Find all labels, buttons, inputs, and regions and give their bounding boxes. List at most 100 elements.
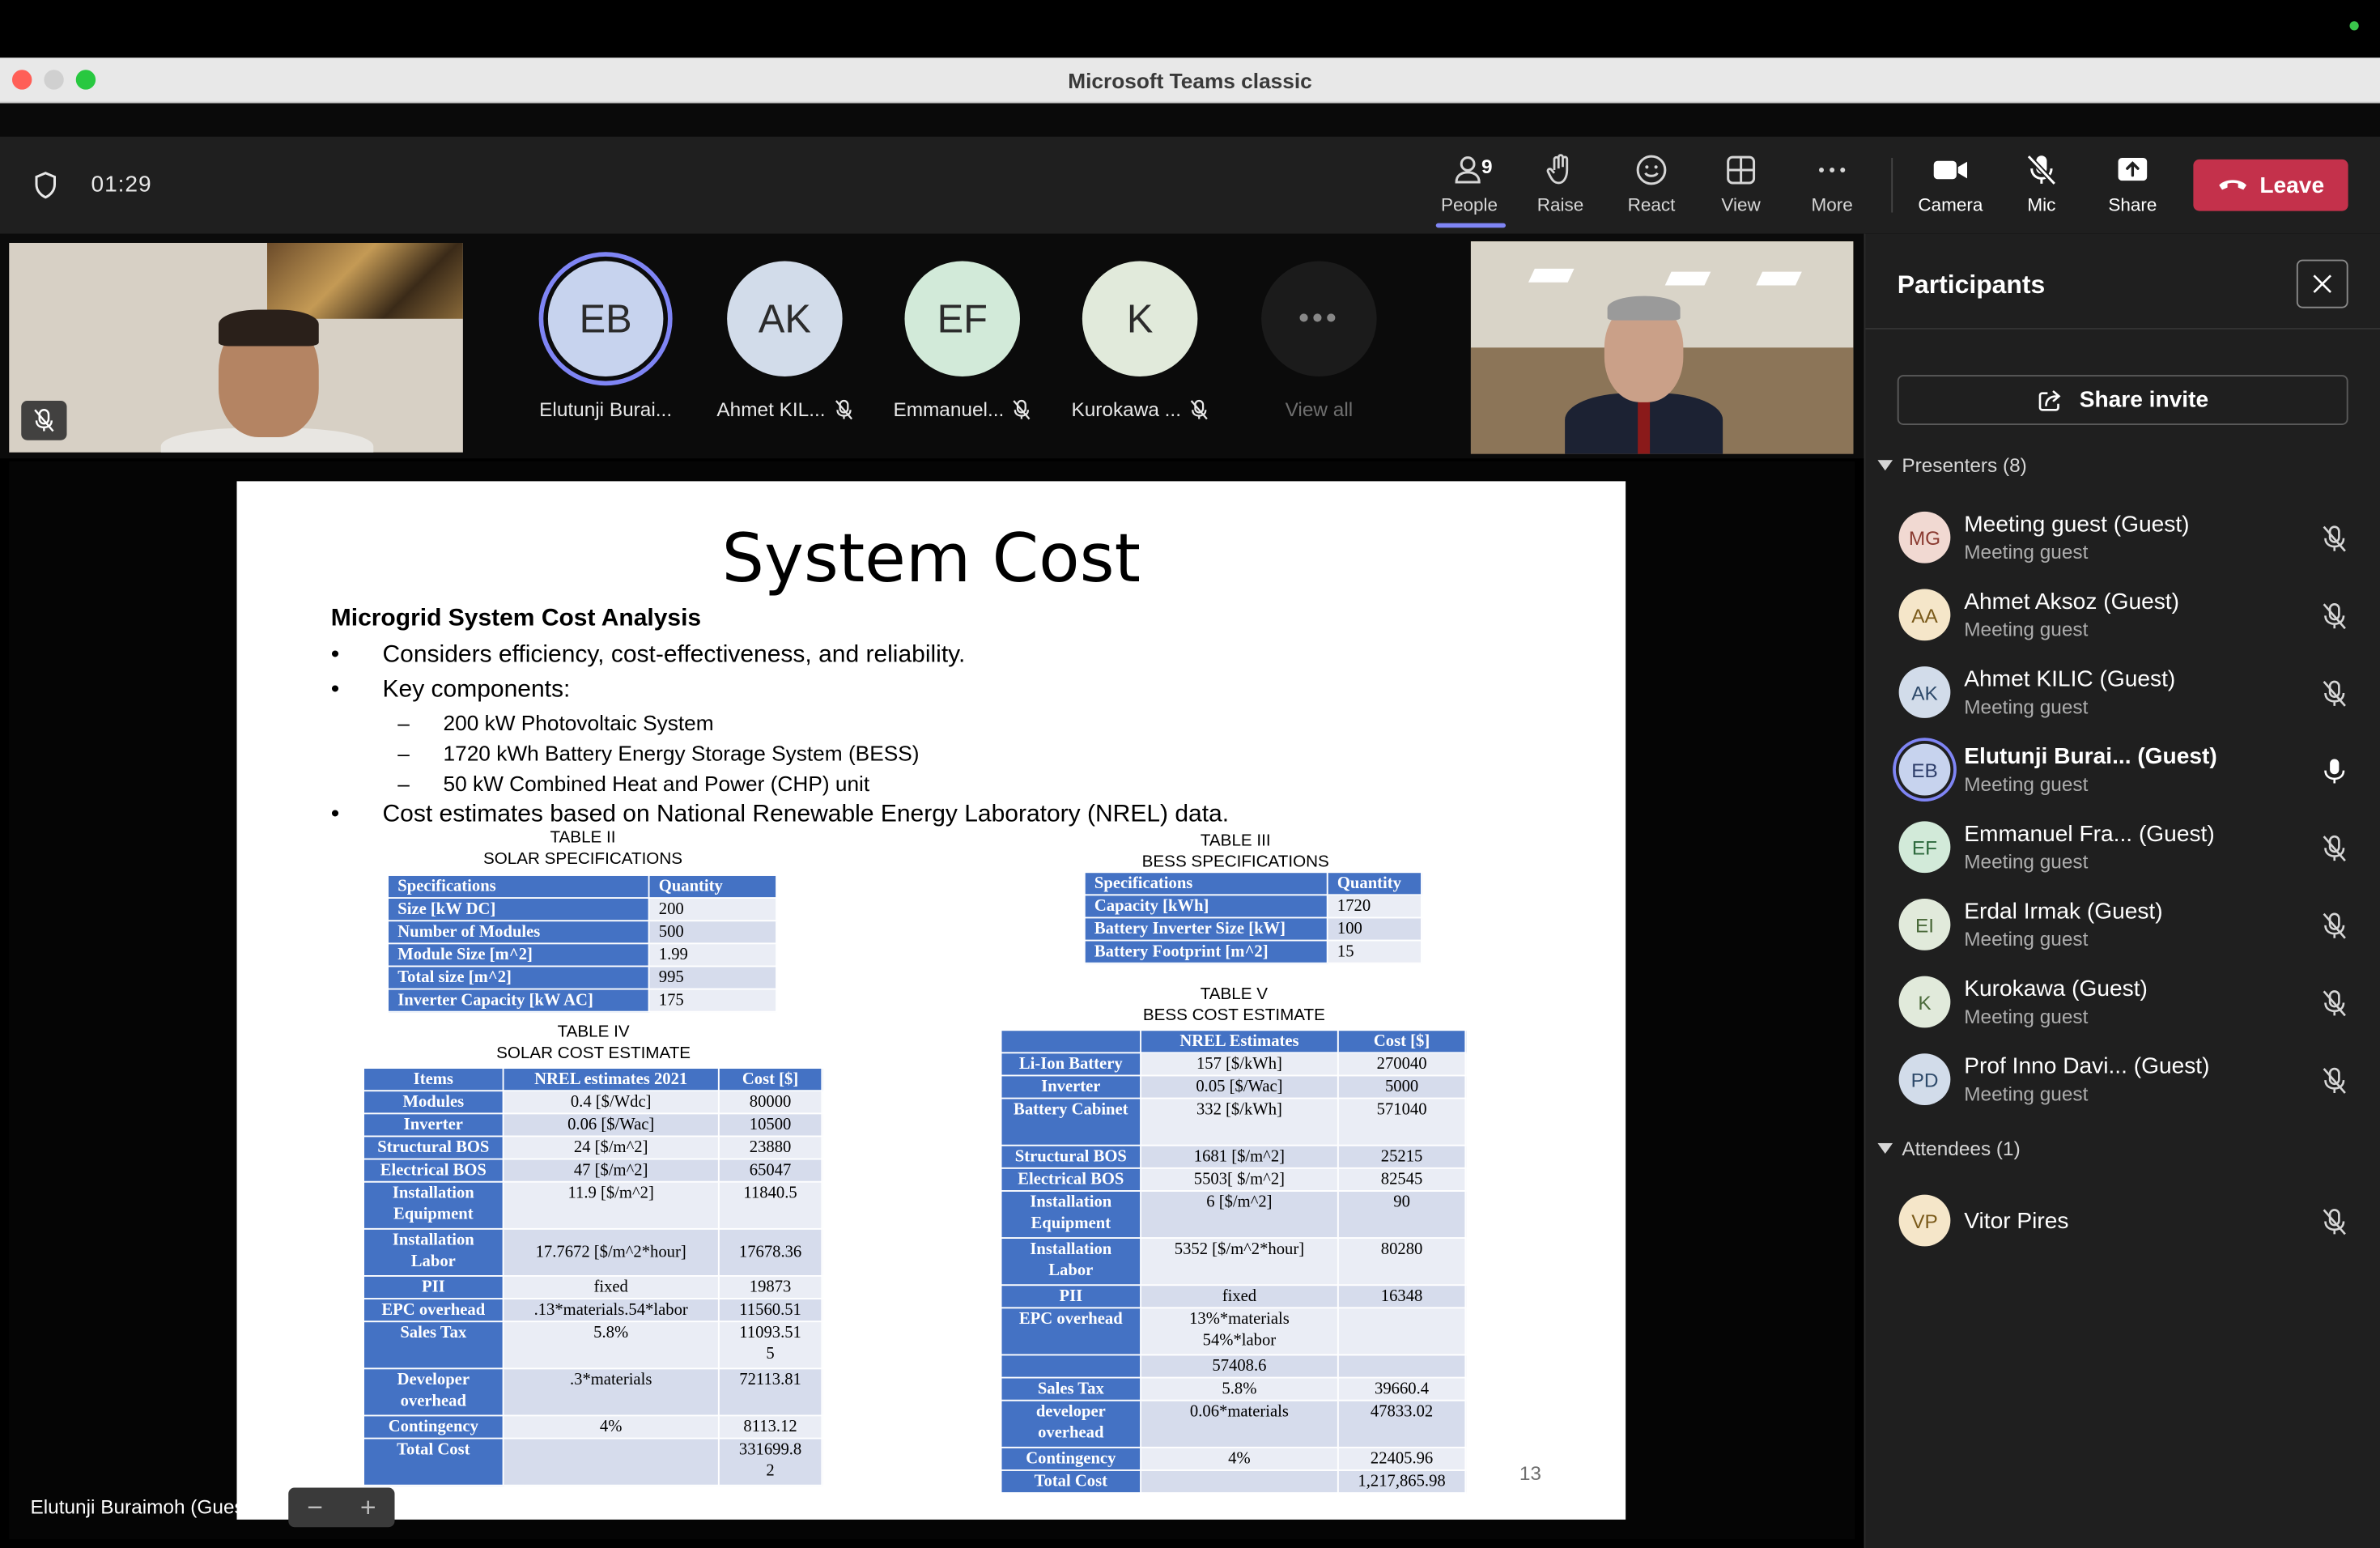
slide-page-number: 13 bbox=[1519, 1461, 1542, 1485]
leave-label: Leave bbox=[2259, 172, 2325, 198]
solar-cost-table: Items NREL estimates 2021 Cost [$] Modul… bbox=[363, 1067, 823, 1486]
shared-slide: System Cost Microgrid System Cost Analys… bbox=[236, 481, 1626, 1520]
table-caption: TABLE II SOLAR SPECIFICATIONS bbox=[482, 828, 683, 869]
view-all-tile[interactable]: ••• View all bbox=[1235, 261, 1402, 420]
table-header: Cost [$] bbox=[717, 1067, 823, 1092]
table-row: Battery Footprint [m^2] 15 bbox=[1083, 939, 1422, 964]
react-button[interactable]: React bbox=[1606, 149, 1698, 228]
participant-name: Prof Inno Davi... (Guest) bbox=[1964, 1053, 2210, 1080]
participant-row[interactable]: EB Elutunji Burai... (Guest) Meeting gue… bbox=[1896, 735, 2352, 805]
participant-row[interactable]: VP Vitor Pires bbox=[1896, 1185, 2352, 1255]
table-row: Number of Modules 500 bbox=[387, 920, 777, 945]
participant-role: Meeting guest bbox=[1964, 1082, 2089, 1105]
leave-button[interactable]: Leave bbox=[2193, 159, 2348, 211]
mic-off-icon bbox=[1190, 398, 1208, 419]
table-row: developer overhead 0.06*materials 47833.02 bbox=[1000, 1399, 1467, 1448]
participant-video-1[interactable] bbox=[9, 243, 463, 453]
smiley-icon bbox=[1636, 155, 1667, 185]
participant-name: Vitor Pires bbox=[1964, 1208, 2069, 1235]
share-invite-label: Share invite bbox=[2079, 387, 2209, 413]
mic-off-icon[interactable] bbox=[2321, 524, 2348, 555]
view-button[interactable]: View bbox=[1695, 149, 1787, 228]
participant-video-2[interactable] bbox=[1470, 241, 1854, 454]
attendees-section-toggle[interactable]: Attendees (1) bbox=[1877, 1137, 2021, 1160]
gallery-tile-ef[interactable]: EF Emmanuel... bbox=[879, 261, 1046, 420]
participant-row[interactable]: AK Ahmet KILIC (Guest) Meeting guest bbox=[1896, 657, 2352, 727]
ceiling-light bbox=[1664, 271, 1711, 286]
close-panel-button[interactable] bbox=[2296, 259, 2348, 308]
share-button[interactable]: Share bbox=[2087, 149, 2178, 228]
participant-row[interactable]: EI Erdal Irmak (Guest) Meeting guest bbox=[1896, 890, 2352, 959]
mic-off-icon[interactable] bbox=[2321, 678, 2348, 709]
bess-cost-table: NREL Estimates Cost [$] Li-Ion Battery 15… bbox=[1000, 1029, 1467, 1494]
gallery-tile-ak[interactable]: AK Ahmet KIL... bbox=[701, 261, 868, 420]
people-active-indicator bbox=[1435, 223, 1506, 228]
avatar: EF bbox=[1898, 821, 1951, 874]
share-invite-button[interactable]: Share invite bbox=[1897, 375, 2348, 425]
more-button[interactable]: More bbox=[1787, 149, 1878, 228]
table-row: Inverter 0.06 [$/Wac] 10500 bbox=[363, 1112, 823, 1138]
wall-art bbox=[267, 243, 463, 319]
table-row: Installation Equipment 6 [$/m^2] 90 bbox=[1000, 1190, 1467, 1239]
shield-icon bbox=[35, 172, 56, 199]
mic-label: Mic bbox=[2027, 194, 2056, 216]
participant-role: Meeting guest bbox=[1964, 927, 2089, 950]
table-header: NREL estimates 2021 bbox=[502, 1067, 720, 1092]
table-header: Specifications bbox=[387, 874, 650, 899]
zoom-in-button[interactable]: + bbox=[360, 1491, 376, 1523]
react-label: React bbox=[1627, 194, 1676, 216]
presenters-header: Presenters (8) bbox=[1902, 453, 2027, 477]
table-caption: TABLE V BESS COST ESTIMATE bbox=[1142, 985, 1325, 1025]
people-button[interactable]: 9 People bbox=[1424, 149, 1515, 228]
avatar: K bbox=[1898, 976, 1951, 1028]
participant-role: Meeting guest bbox=[1964, 1005, 2089, 1028]
avatar: K bbox=[1082, 261, 1198, 376]
mic-off-icon[interactable] bbox=[2321, 833, 2348, 864]
mic-off-icon[interactable] bbox=[2321, 911, 2348, 942]
grid-view-icon bbox=[1727, 155, 1756, 185]
participant-name: Elutunji Burai... (Guest) bbox=[1964, 743, 2217, 770]
mic-off-icon[interactable] bbox=[2321, 1065, 2348, 1096]
slide-subtitle: Microgrid System Cost Analysis bbox=[330, 606, 702, 632]
participant-role: Meeting guest bbox=[1964, 695, 2089, 718]
gallery-tile-k[interactable]: K Kurokawa ... bbox=[1056, 261, 1223, 421]
table-header: Specifications bbox=[1083, 871, 1328, 896]
mic-button[interactable]: Mic bbox=[1996, 149, 2088, 228]
table-row: Electrical BOS 5503[ $/m^2] 82545 bbox=[1000, 1167, 1467, 1192]
avatar: AA bbox=[1898, 589, 1951, 641]
avatar: VP bbox=[1898, 1194, 1951, 1247]
participant-row[interactable]: AA Ahmet Aksoz (Guest) Meeting guest bbox=[1896, 580, 2352, 649]
slide-title: System Cost bbox=[721, 521, 1141, 598]
table-row: EPC overhead .13*materials.54*labor 11560.… bbox=[363, 1298, 823, 1323]
mic-on-icon[interactable] bbox=[2321, 756, 2348, 787]
mic-off-icon bbox=[34, 409, 54, 432]
raise-hand-button[interactable]: Raise bbox=[1515, 149, 1606, 228]
zoom-out-button[interactable]: − bbox=[307, 1491, 323, 1523]
avatar: EB bbox=[547, 261, 664, 376]
gallery-tile-eb[interactable]: EB Elutunji Burai... bbox=[522, 261, 689, 420]
participant-row[interactable]: PD Prof Inno Davi... (Guest) Meeting gue… bbox=[1896, 1044, 2352, 1114]
table-header: NREL Estimates bbox=[1140, 1029, 1339, 1054]
participant-row[interactable]: EF Emmanuel Fra... (Guest) Meeting guest bbox=[1896, 812, 2352, 882]
table-row: EPC overhead 13%*materials 54%*labor bbox=[1000, 1307, 1467, 1356]
table-row: Installation Labor 5352 [$/m^2*hour] 80280 bbox=[1000, 1237, 1467, 1286]
table-row: Sales Tax 5.8% 11093.51 5 bbox=[363, 1320, 823, 1370]
share-icon bbox=[2038, 389, 2061, 410]
presenters-section-toggle[interactable]: Presenters (8) bbox=[1877, 453, 2027, 477]
participant-row[interactable]: MG Meeting guest (Guest) Meeting guest bbox=[1896, 503, 2352, 572]
table-row: Contingency 4% 22405.96 bbox=[1000, 1446, 1467, 1471]
video-person-tie bbox=[1638, 399, 1651, 454]
mic-off-icon[interactable] bbox=[2321, 602, 2348, 632]
share-label: Share bbox=[2108, 194, 2157, 216]
mic-off-icon[interactable] bbox=[2321, 989, 2348, 1019]
participant-row[interactable]: K Kurokawa (Guest) Meeting guest bbox=[1896, 967, 2352, 1036]
table-header: Quantity bbox=[648, 874, 777, 899]
table-row: Installation Labor 17.7672 [$/m^2*hour] 17… bbox=[363, 1227, 823, 1277]
mic-off-icon bbox=[1014, 398, 1031, 419]
camera-button[interactable]: Camera bbox=[1905, 149, 1996, 228]
mic-off-icon[interactable] bbox=[2321, 1207, 2348, 1238]
attendees-header: Attendees (1) bbox=[1902, 1137, 2021, 1160]
table-header: Quantity bbox=[1326, 871, 1422, 896]
gallery-tile-name: Kurokawa ... bbox=[1071, 398, 1181, 421]
avatar: AK bbox=[1898, 666, 1951, 718]
